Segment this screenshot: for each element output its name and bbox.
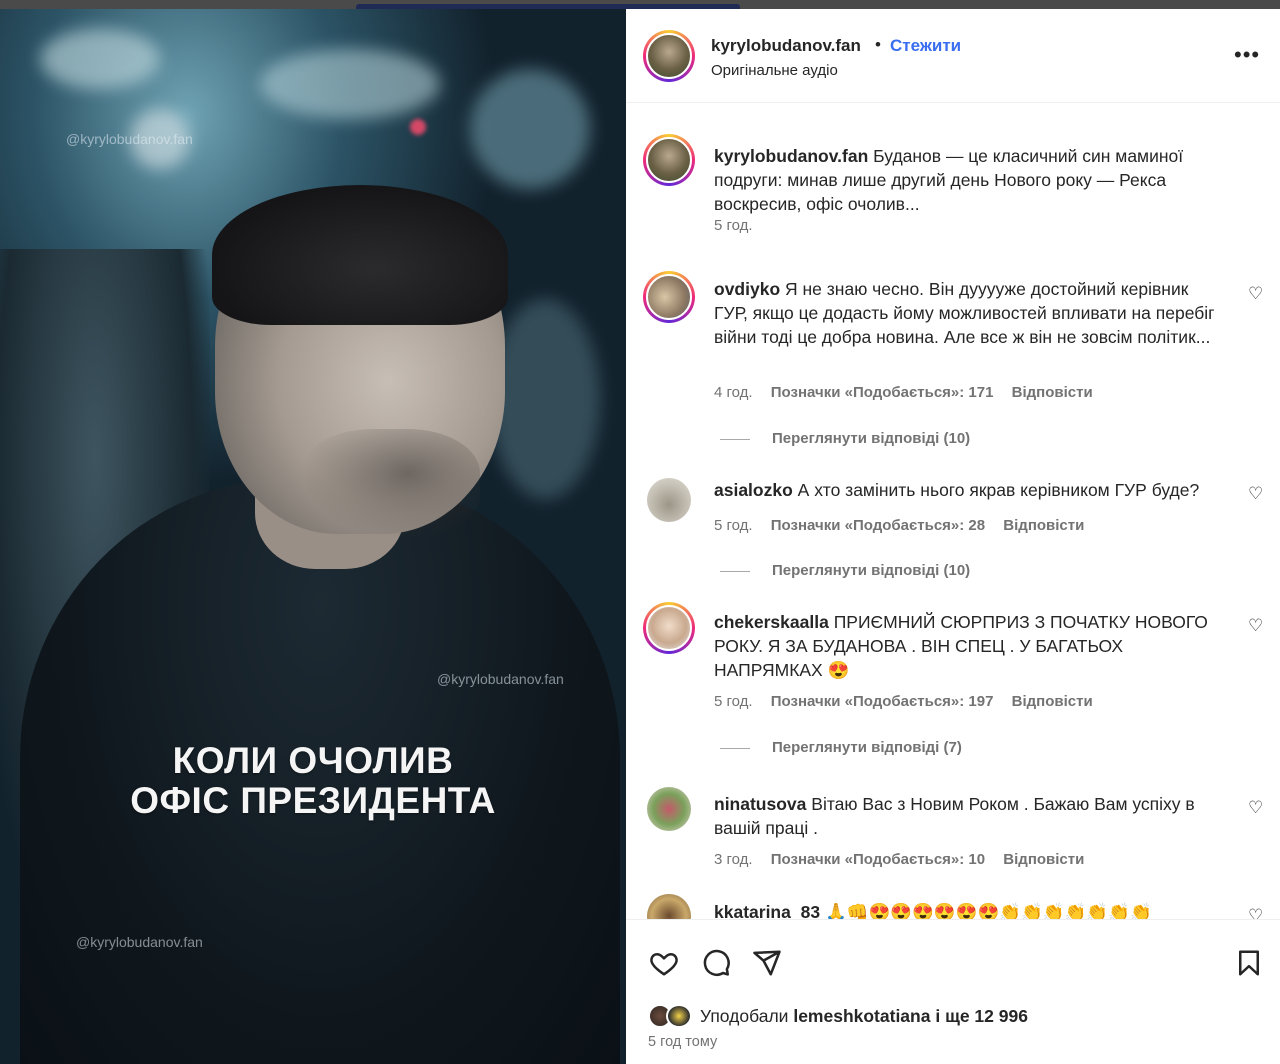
likes-prefix: Уподобали — [700, 1006, 789, 1026]
comment-text: asialozko А хто замінить нього якрав кер… — [714, 478, 1226, 502]
post-media[interactable]: @kyrylobudanov.fan @kyrylobudanov.fan @k… — [0, 9, 626, 1064]
comment-like-heart-icon[interactable]: ♡ — [1248, 616, 1263, 636]
comment-username[interactable]: asialozko — [714, 480, 793, 500]
likes-count[interactable]: і ще 12 996 — [935, 1006, 1028, 1026]
comment-username[interactable]: chekerskaalla — [714, 612, 829, 632]
watermark: @kyrylobudanov.fan — [437, 671, 564, 687]
reply-button[interactable]: Відповісти — [1003, 517, 1084, 534]
comment-text: kkatarina_83 🙏👊😍😍😍😍😍😍👏👏👏👏👏👏👏 — [714, 900, 1226, 919]
overlay-caption-line1: КОЛИ ОЧОЛИВ — [172, 740, 454, 781]
comment-username[interactable]: ovdiyko — [714, 279, 780, 299]
reply-button[interactable]: Відповісти — [1012, 693, 1093, 710]
post-actions-bar: Уподобали lemeshkotatiana і ще 12 996 5 … — [626, 919, 1280, 1064]
comment-like-heart-icon[interactable]: ♡ — [1248, 906, 1263, 919]
watermark: @kyrylobudanov.fan — [76, 934, 203, 950]
paper-plane-icon[interactable] — [751, 948, 783, 978]
author-avatar[interactable] — [643, 30, 695, 82]
bokeh-light — [490, 299, 600, 499]
view-replies-button[interactable]: Переглянути відповіді (10) — [720, 430, 970, 447]
comment-body: А хто замінить нього якрав керівником ГУ… — [797, 480, 1200, 500]
comment-likes[interactable]: Позначки «Подобається»: 28 — [771, 517, 985, 534]
audio-label[interactable]: Оригінальне аудіо — [711, 62, 838, 79]
bokeh-light — [40, 29, 160, 89]
comments-list[interactable]: kyrylobudanov.fan Буданов — це класичний… — [626, 104, 1280, 919]
caption-meta: 5 год. — [714, 217, 767, 234]
subject-hair — [212, 185, 508, 325]
comment-time[interactable]: 5 год. — [714, 517, 753, 534]
author-username[interactable]: kyrylobudanov.fan — [711, 36, 861, 56]
comment-text: ninatusova Вітаю Вас з Новим Роком . Баж… — [714, 792, 1226, 840]
post-details-panel: kyrylobudanov.fan • Стежити Оригінальне … — [626, 9, 1280, 1064]
liker-avatars — [648, 1004, 698, 1028]
comment-icon[interactable] — [700, 948, 732, 978]
comment-like-heart-icon[interactable]: ♡ — [1248, 484, 1263, 504]
watermark: @kyrylobudanov.fan — [66, 131, 193, 147]
comment-meta: 5 год. Позначки «Подобається»: 197 Відпо… — [714, 693, 1107, 710]
likes-user[interactable]: lemeshkotatiana — [793, 1006, 930, 1026]
post-timestamp[interactable]: 5 год тому — [648, 1034, 717, 1050]
bokeh-light — [260, 49, 440, 119]
likes-summary-text: Уподобали lemeshkotatiana і ще 12 996 — [700, 1006, 1028, 1027]
comment-body: 🙏👊😍😍😍😍😍😍👏👏👏👏👏👏👏 — [824, 902, 1152, 919]
bookmark-icon[interactable] — [1234, 948, 1264, 978]
browser-top-strip — [0, 0, 1280, 9]
comment-text: ovdiyko Я не знаю чесно. Він дууууже дос… — [714, 277, 1226, 349]
instagram-post-viewer: @kyrylobudanov.fan @kyrylobudanov.fan @k… — [0, 0, 1280, 1064]
follow-button[interactable]: Стежити — [890, 36, 961, 56]
caption-username[interactable]: kyrylobudanov.fan — [714, 146, 868, 166]
comment-username[interactable]: ninatusova — [714, 794, 806, 814]
comment-meta: 5 год. Позначки «Подобається»: 28 Відпов… — [714, 517, 1098, 534]
heart-outline-icon[interactable] — [648, 948, 680, 978]
commenter-avatar[interactable] — [647, 478, 691, 522]
view-replies-button[interactable]: Переглянути відповіді (7) — [720, 739, 962, 756]
view-replies-button[interactable]: Переглянути відповіді (10) — [720, 562, 970, 579]
subject-beard — [300, 429, 480, 539]
separator-dot: • — [875, 35, 881, 54]
comment-time[interactable]: 4 год. — [714, 384, 753, 401]
comment-text: chekerskaalla ПРИЄМНИЙ СЮРПРИЗ З ПОЧАТКУ… — [714, 610, 1226, 682]
reply-button[interactable]: Відповісти — [1003, 851, 1084, 868]
comment-likes[interactable]: Позначки «Подобається»: 10 — [771, 851, 985, 868]
comment-meta: 4 год. Позначки «Подобається»: 171 Відпо… — [714, 384, 1107, 401]
comment-like-heart-icon[interactable]: ♡ — [1248, 284, 1263, 304]
caption-avatar[interactable] — [643, 134, 695, 186]
commenter-avatar[interactable] — [647, 787, 691, 831]
caption-time[interactable]: 5 год. — [714, 217, 753, 234]
post-header: kyrylobudanov.fan • Стежити Оригінальне … — [626, 9, 1280, 103]
commenter-avatar[interactable] — [643, 602, 695, 654]
comment-username[interactable]: kkatarina_83 — [714, 902, 820, 919]
comment-body: Я не знаю чесно. Він дууууже достойний к… — [714, 279, 1215, 347]
comment-likes[interactable]: Позначки «Подобається»: 171 — [771, 384, 994, 401]
liker-avatar — [666, 1004, 692, 1028]
bokeh-light-red — [410, 119, 426, 135]
comment-time[interactable]: 5 год. — [714, 693, 753, 710]
reply-button[interactable]: Відповісти — [1012, 384, 1093, 401]
commenter-avatar[interactable] — [643, 271, 695, 323]
comment-like-heart-icon[interactable]: ♡ — [1248, 798, 1263, 818]
caption-text: kyrylobudanov.fan Буданов — це класичний… — [714, 144, 1226, 216]
comment-time[interactable]: 3 год. — [714, 851, 753, 868]
commenter-avatar[interactable] — [647, 894, 691, 919]
comment-likes[interactable]: Позначки «Подобається»: 197 — [771, 693, 994, 710]
more-horizontal-icon[interactable]: ••• — [1234, 42, 1260, 68]
comment-meta: 3 год. Позначки «Подобається»: 10 Відпов… — [714, 851, 1098, 868]
bokeh-light — [470, 69, 590, 189]
overlay-caption-line2: ОФІС ПРЕЗИДЕНТА — [130, 780, 496, 821]
